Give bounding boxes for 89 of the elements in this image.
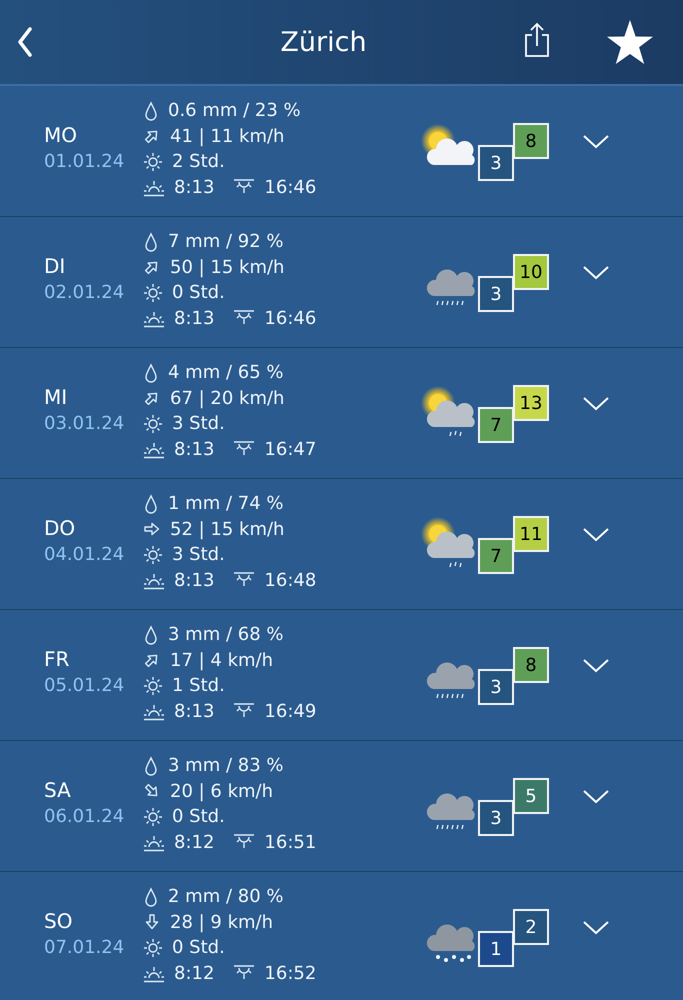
wind-text: 41 | 11 km/h xyxy=(170,126,284,147)
sunrise-time: 8:13 xyxy=(174,570,214,591)
sunshine-text: 0 Std. xyxy=(172,282,225,304)
min-temperature: 3 xyxy=(478,276,514,312)
weekday-label: DI xyxy=(44,253,66,280)
sun-icon xyxy=(143,676,163,696)
sunset-time: 16:47 xyxy=(264,438,316,460)
sunshine-text: 2 Std. xyxy=(172,151,225,172)
chevron-down-icon[interactable] xyxy=(583,790,609,804)
chevron-down-icon[interactable] xyxy=(583,921,609,935)
min-temperature: 7 xyxy=(478,407,514,443)
precipitation-text: 3 mm / 68 % xyxy=(168,624,284,646)
sun-icon xyxy=(143,152,163,172)
max-temperature: 10 xyxy=(513,254,549,290)
precipitation-text: 0.6 mm / 23 % xyxy=(168,100,301,122)
max-temperature: 11 xyxy=(513,516,549,552)
page-title: Zürich xyxy=(279,26,368,58)
wind-text: 28 | 9 km/h xyxy=(170,912,274,933)
date-label: 03.01.24 xyxy=(44,412,126,436)
sun-icon xyxy=(143,806,163,827)
precipitation-text: 3 mm / 83 % xyxy=(168,755,284,776)
weekday-label: SO xyxy=(44,908,74,935)
sunset-time: 16:52 xyxy=(264,962,316,984)
wind-arrow-icon xyxy=(143,913,161,932)
sun-icon xyxy=(143,544,163,565)
share-icon[interactable] xyxy=(524,22,550,58)
precipitation-text: 7 mm / 92 % xyxy=(168,231,284,252)
min-temperature: 3 xyxy=(478,669,514,705)
chevron-down-icon[interactable] xyxy=(583,528,609,542)
precipitation-text: 2 mm / 80 % xyxy=(168,886,284,908)
sunset-time: 16:49 xyxy=(264,700,316,722)
sun-icon xyxy=(143,282,163,303)
sunrise-time: 8:13 xyxy=(174,438,214,460)
sunshine-text: 3 Std. xyxy=(172,544,225,566)
wind-text: 17 | 4 km/h xyxy=(170,650,274,671)
wind-text: 50 | 15 km/h xyxy=(170,256,284,278)
min-temperature: 1 xyxy=(478,931,514,967)
weekday-label: SA xyxy=(44,777,72,804)
chevron-down-icon[interactable] xyxy=(583,266,609,280)
date-label: 06.01.24 xyxy=(44,805,126,829)
sun-icon xyxy=(143,938,163,958)
sunset-time: 16:48 xyxy=(264,570,316,591)
min-temperature: 3 xyxy=(478,145,514,181)
precipitation-text: 1 mm / 74 % xyxy=(168,493,284,514)
sunrise-time: 8:13 xyxy=(174,308,214,329)
sunrise-time: 8:13 xyxy=(174,700,214,722)
drop-icon xyxy=(143,624,159,645)
min-temperature: 3 xyxy=(478,800,514,836)
date-label: 01.01.24 xyxy=(44,150,126,174)
max-temperature: 2 xyxy=(513,909,549,945)
drop-icon xyxy=(143,756,159,776)
drop-icon xyxy=(143,232,159,252)
weekday-label: MO xyxy=(44,122,78,149)
date-label: 04.01.24 xyxy=(44,543,126,567)
max-temperature: 5 xyxy=(513,778,549,814)
back-icon[interactable] xyxy=(17,27,33,57)
weekday-label: DO xyxy=(44,515,76,542)
chevron-down-icon[interactable] xyxy=(583,397,609,411)
star-icon[interactable] xyxy=(606,19,654,65)
date-label: 02.01.24 xyxy=(44,281,126,305)
wind-text: 52 | 15 km/h xyxy=(170,518,284,540)
sun-icon xyxy=(143,414,163,434)
sunshine-text: 0 Std. xyxy=(172,806,225,828)
wind-text: 67 | 20 km/h xyxy=(170,388,284,409)
sunshine-text: 3 Std. xyxy=(172,413,225,434)
weekday-label: FR xyxy=(44,646,70,673)
max-temperature: 8 xyxy=(513,123,549,159)
sunrise-time: 8:12 xyxy=(174,832,214,853)
max-temperature: 13 xyxy=(513,385,549,421)
chevron-down-icon[interactable] xyxy=(583,659,609,673)
wind-text: 20 | 6 km/h xyxy=(170,780,274,802)
sunrise-time: 8:12 xyxy=(174,962,214,984)
min-temperature: 7 xyxy=(478,538,514,574)
sunshine-text: 1 Std. xyxy=(172,675,225,696)
drop-icon xyxy=(143,886,159,907)
sunset-time: 16:46 xyxy=(264,308,316,329)
sunrise-time: 8:13 xyxy=(174,176,214,198)
sunshine-text: 0 Std. xyxy=(172,937,225,958)
precipitation-text: 4 mm / 65 % xyxy=(168,362,284,384)
drop-icon xyxy=(143,100,159,121)
date-label: 05.01.24 xyxy=(44,674,126,698)
max-temperature: 8 xyxy=(513,647,549,683)
weekday-label: MI xyxy=(44,384,68,411)
chevron-down-icon[interactable] xyxy=(583,135,609,149)
drop-icon xyxy=(143,494,159,514)
date-label: 07.01.24 xyxy=(44,936,126,960)
sunset-time: 16:51 xyxy=(264,832,316,853)
sunset-time: 16:46 xyxy=(264,176,316,198)
drop-icon xyxy=(143,362,159,383)
